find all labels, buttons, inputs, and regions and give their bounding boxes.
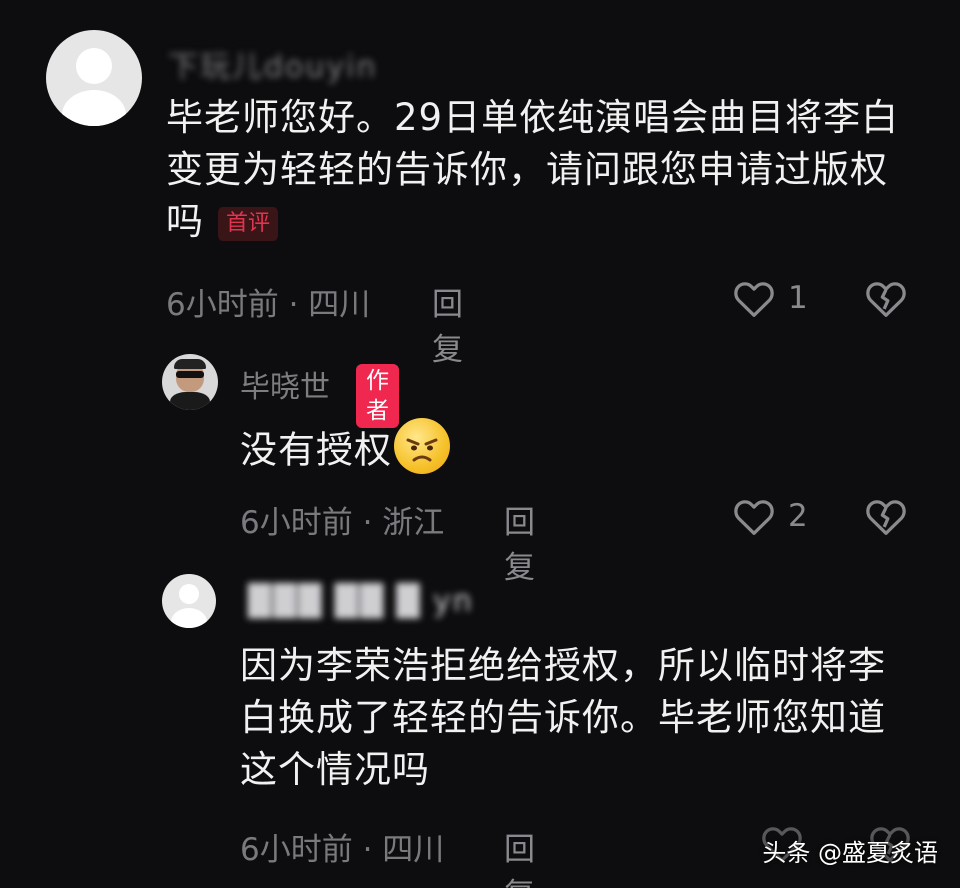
broken-heart-icon — [866, 500, 906, 535]
heart-icon — [734, 500, 774, 535]
comment-username[interactable]: 下玩儿douyin — [168, 42, 378, 86]
broken-heart-icon — [866, 282, 906, 317]
default-avatar-icon[interactable] — [162, 574, 216, 628]
reply-button[interactable]: 回复 — [504, 824, 535, 888]
comment-meta: 6小时前 · 四川 — [240, 832, 445, 868]
like-button[interactable]: 1 — [732, 278, 808, 318]
like-count: 2 — [788, 498, 808, 534]
reply-button[interactable]: 回复 — [432, 279, 463, 369]
reply-button[interactable]: 回复 — [504, 497, 535, 587]
author-avatar[interactable] — [162, 354, 218, 410]
comment-username[interactable]: 毕晓世 — [240, 362, 330, 406]
like-count: 1 — [788, 280, 808, 316]
watermark: 头条 @盛夏炙语 — [762, 839, 938, 867]
angry-face-emoji — [394, 418, 450, 474]
comment-meta: 6小时前 · 四川 — [166, 287, 371, 323]
comment-text: 没有授权 — [240, 418, 880, 480]
first-comment-badge: 首评 — [218, 206, 279, 241]
comment-text: 毕老师您好。29日单依纯演唱会曲目将李白变更为轻轻的告诉你，请问跟您申请过版权吗… — [166, 92, 906, 248]
comment-username[interactable]: ███ ██ █ yn — [248, 584, 474, 619]
dislike-button[interactable] — [864, 496, 908, 540]
like-button[interactable]: 2 — [732, 496, 808, 536]
heart-icon — [734, 282, 774, 317]
dislike-button[interactable] — [864, 278, 908, 322]
comment-text: 因为李荣浩拒绝给授权，所以临时将李白换成了轻轻的告诉你。毕老师您知道这个情况吗 — [240, 644, 886, 791]
comment-body: 没有授权 — [240, 428, 392, 472]
comment-meta: 6小时前 · 浙江 — [240, 505, 445, 541]
author-badge: 作者 — [356, 364, 399, 428]
default-avatar-icon[interactable] — [46, 30, 142, 126]
